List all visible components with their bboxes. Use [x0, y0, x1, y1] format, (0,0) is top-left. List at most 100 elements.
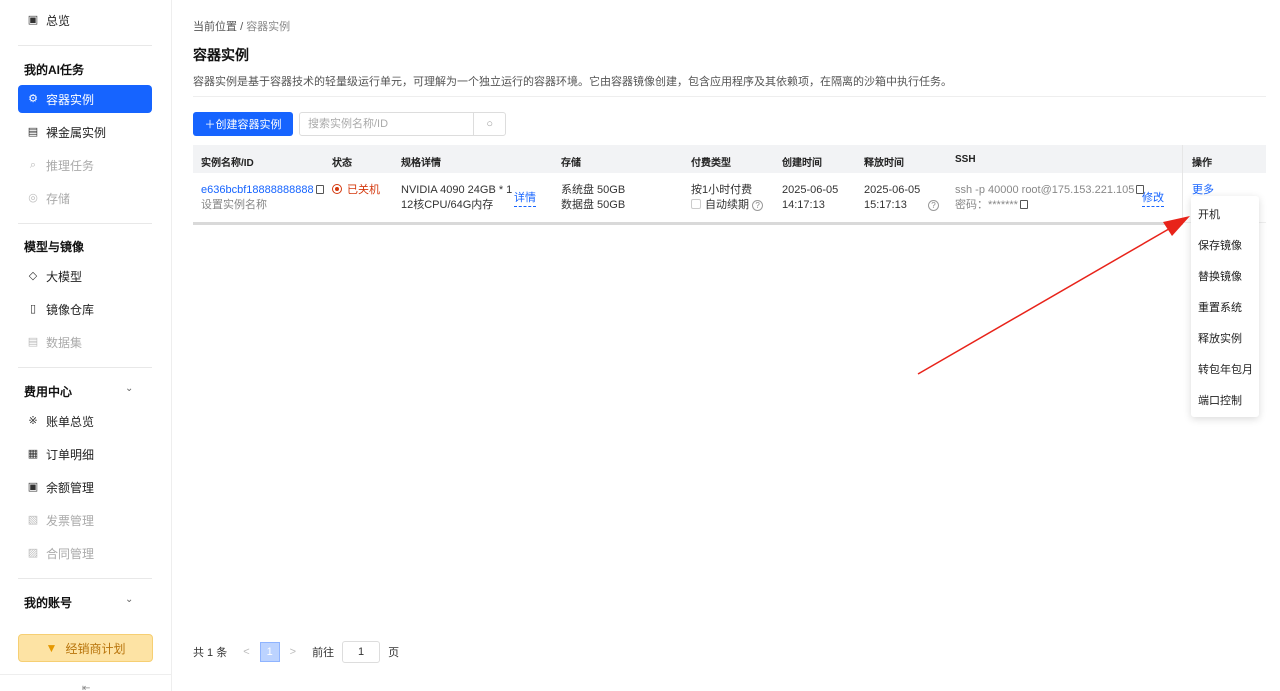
sidebar: ▣ 总览 我的AI任务 ⚙ 容器实例 ▤ 裸金属实例 ⌕ 推理任务 ◎ 存储 模… [0, 0, 172, 691]
sidebar-item-datasets[interactable]: ▤ 数据集 [18, 328, 152, 356]
annotation-arrow [917, 216, 1190, 375]
spec-detail-link[interactable]: 详情 [514, 191, 536, 207]
sidebar-item-label: 发票管理 [46, 513, 95, 528]
table-header: 实例名称/ID 状态 规格详情 存储 付费类型 创建时间 释放时间 SSH 操作 [193, 145, 1266, 173]
sidebar-group-ai: 我的AI任务 [24, 63, 85, 77]
set-instance-name[interactable]: 设置实例名称 [201, 199, 267, 211]
chevron-down-icon[interactable]: ⌄ [125, 594, 133, 605]
sidebar-item-overview[interactable]: ▣ 总览 [18, 6, 152, 34]
storage-cell: 系统盘 50GB 数据盘 50GB [561, 183, 625, 213]
copy-icon[interactable] [1019, 200, 1028, 209]
cube-icon: ◇ [28, 270, 38, 282]
search-button[interactable]: ○ [473, 113, 505, 135]
sidebar-item-contract[interactable]: ▨ 合同管理 [18, 539, 152, 567]
chevron-down-icon[interactable]: ⌄ [125, 383, 133, 394]
instance-id-link[interactable]: e636bcbf18888888888 [201, 184, 314, 196]
server-icon: ▤ [27, 126, 39, 138]
sidebar-item-balance[interactable]: ▣ 余额管理 [18, 473, 152, 501]
sidebar-item-label: 推理任务 [46, 158, 95, 173]
col-header-ssh: SSH [955, 154, 976, 165]
page-unit-label: 页 [388, 647, 400, 659]
table-row: e636bcbf18888888888 设置实例名称 已关机 NVIDIA 40… [193, 173, 1266, 223]
sidebar-item-container-instance[interactable]: ⚙ 容器实例 [18, 85, 152, 113]
instance-id-cell: e636bcbf18888888888 设置实例名称 [201, 183, 324, 213]
dealer-plan-button[interactable]: ▼ 经销商计划 [18, 634, 153, 662]
sidebar-item-models[interactable]: ◇ 大模型 [18, 262, 152, 290]
sidebar-item-label: 订单明细 [46, 447, 95, 462]
menu-item-power-on[interactable]: 开机 [1191, 201, 1259, 227]
power-off-icon [332, 184, 342, 194]
sidebar-item-label: 总览 [46, 13, 71, 28]
sidebar-divider [18, 578, 152, 579]
sidebar-item-image-repo[interactable]: ▯ 镜像仓库 [18, 295, 152, 323]
order-icon: ▦ [27, 448, 39, 460]
divider [193, 96, 1266, 97]
created-date: 2025-06-05 [782, 184, 839, 196]
sidebar-item-label: 大模型 [46, 269, 83, 284]
menu-item-save-image[interactable]: 保存镜像 [1191, 232, 1259, 258]
breadcrumb-current: 容器实例 [246, 21, 291, 33]
menu-item-port-control[interactable]: 端口控制 [1191, 387, 1259, 413]
sidebar-item-baremetal[interactable]: ▤ 裸金属实例 [18, 118, 152, 146]
page-description: 容器实例是基于容器技术的轻量级运行单元，可理解为一个独立运行的容器环境。它由容器… [193, 76, 952, 88]
sidebar-divider [0, 674, 172, 675]
storage-system: 系统盘 50GB [561, 184, 626, 196]
annotation-arrow-line [917, 225, 1175, 375]
total-count: 共 1 条 [193, 647, 228, 659]
sidebar-item-orders[interactable]: ▦ 订单明细 [18, 440, 152, 468]
col-header-spec: 规格详情 [401, 158, 441, 169]
goto-page-input[interactable]: 1 [342, 641, 381, 663]
ssh-modify-link[interactable]: 修改 [1142, 191, 1164, 207]
prev-page-button[interactable]: < [243, 646, 249, 658]
col-header-pay-type: 付费类型 [691, 158, 731, 169]
copy-icon[interactable] [315, 185, 324, 194]
fixed-column-divider [1182, 145, 1183, 225]
sidebar-group-billing[interactable]: 费用中心 [24, 383, 72, 400]
auto-renew-label: 自动续期 [705, 199, 749, 211]
wallet-icon: ▣ [27, 481, 39, 493]
page-title: 容器实例 [193, 47, 249, 63]
auto-renew-checkbox[interactable] [691, 199, 701, 209]
spec-cell: NVIDIA 4090 24GB * 1 12核CPU/64G内存 [401, 183, 512, 213]
released-date: 2025-06-05 [864, 184, 921, 196]
breadcrumb-separator: / [240, 21, 244, 33]
next-page-button[interactable]: > [290, 646, 296, 658]
pagination: 共 1 条 < 1 > 前往 1 页 [193, 640, 399, 664]
sidebar-divider [18, 45, 152, 46]
sidebar-divider [18, 223, 152, 224]
sidebar-item-label: 数据集 [46, 335, 83, 350]
sidebar-group-account[interactable]: 我的账号 [24, 594, 72, 611]
more-actions-dropdown: 开机 保存镜像 替换镜像 重置系统 释放实例 转包年包月 端口控制 [1191, 196, 1259, 417]
contract-icon: ▨ [27, 547, 39, 559]
help-icon[interactable]: ? [928, 200, 939, 211]
menu-item-convert-subscription[interactable]: 转包年包月 [1191, 356, 1259, 382]
search-input[interactable] [300, 113, 474, 135]
sidebar-group-model: 模型与镜像 [24, 240, 85, 254]
bill-icon: ※ [28, 415, 38, 427]
menu-item-replace-image[interactable]: 替换镜像 [1191, 263, 1259, 289]
goto-label: 前往 [312, 647, 335, 659]
collapse-sidebar-icon[interactable]: ⇤ [82, 683, 90, 691]
sidebar-item-bill-overview[interactable]: ※ 账单总览 [18, 407, 152, 435]
sidebar-item-label: 账单总览 [46, 414, 95, 429]
col-header-status: 状态 [332, 158, 352, 169]
col-header-created: 创建时间 [782, 158, 822, 169]
released-help: ? [928, 198, 939, 213]
pay-type: 按1小时付费 [691, 184, 753, 196]
sidebar-item-label: 合同管理 [46, 546, 95, 561]
sidebar-item-label: 存储 [46, 191, 71, 206]
menu-item-reset-system[interactable]: 重置系统 [1191, 294, 1259, 320]
search-icon: ○ [486, 118, 493, 130]
search-box: ○ [299, 112, 506, 136]
badge-icon: ▼ [45, 641, 58, 655]
help-icon[interactable]: ? [752, 200, 764, 211]
create-container-button[interactable]: ＋创建容器实例 [193, 112, 293, 136]
sidebar-item-label: 余额管理 [46, 480, 95, 495]
menu-item-release-instance[interactable]: 释放实例 [1191, 325, 1259, 351]
released-cell: 2025-06-05 15:17:13 [864, 183, 920, 213]
sidebar-item-inference[interactable]: ⌕ 推理任务 [18, 151, 152, 179]
sidebar-item-storage[interactable]: ◎ 存储 [18, 184, 152, 212]
page-number-button[interactable]: 1 [259, 642, 280, 662]
sidebar-item-invoice[interactable]: ▧ 发票管理 [18, 506, 152, 534]
pay-type-cell: 按1小时付费 自动续期 ? [691, 183, 764, 213]
